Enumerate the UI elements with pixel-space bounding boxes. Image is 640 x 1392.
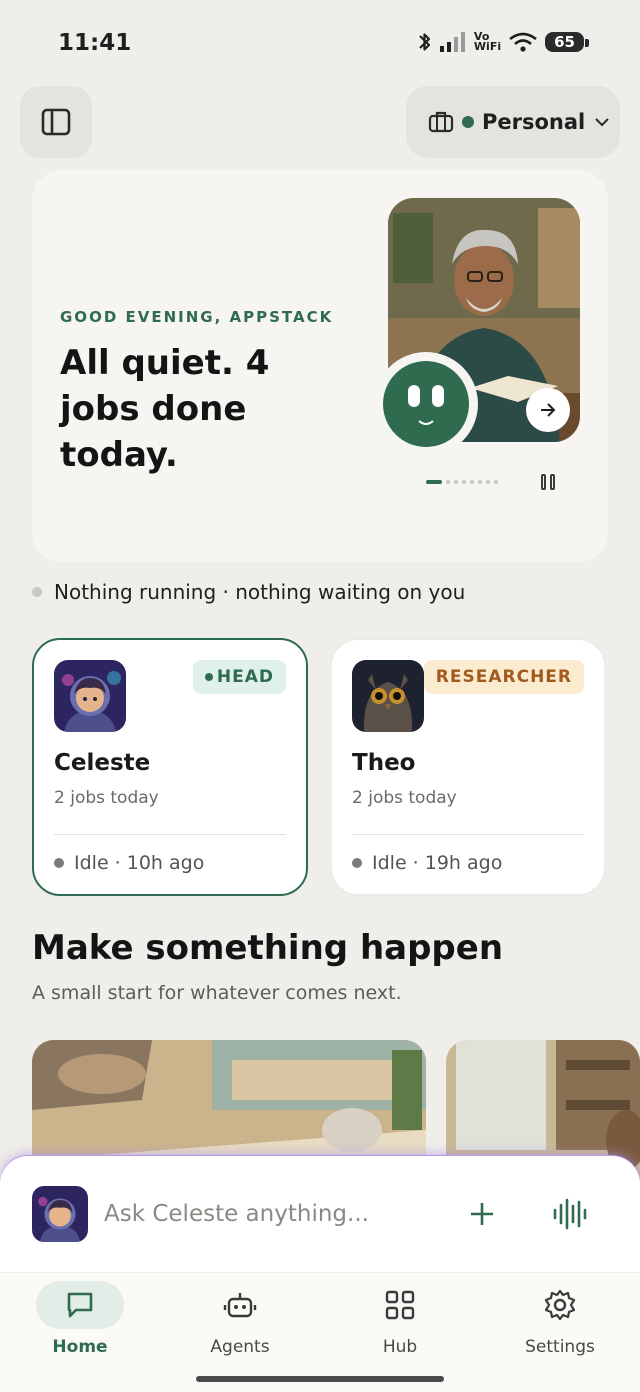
agent-status-dot [54, 858, 64, 868]
avatar[interactable] [32, 1186, 88, 1242]
nav-pill [196, 1281, 284, 1329]
chevron-down-icon [595, 118, 609, 127]
carousel-dot[interactable] [470, 480, 474, 484]
face-smile [418, 420, 434, 425]
nav-item-hub[interactable]: Hub [320, 1281, 480, 1371]
carousel-dot[interactable] [462, 480, 466, 484]
activity-summary-text: Nothing running · nothing waiting on you [54, 580, 466, 604]
robot-icon [223, 1293, 257, 1318]
nav-label: Home [52, 1337, 108, 1357]
carousel-dot[interactable] [446, 480, 450, 484]
nav-pill [36, 1281, 124, 1329]
nav-item-settings[interactable]: Settings [480, 1281, 640, 1371]
gear-icon [544, 1289, 576, 1321]
nav-item-home[interactable]: Home [0, 1281, 160, 1371]
agent-status: Idle · 10h ago [54, 852, 204, 874]
waveform-icon [553, 1198, 587, 1230]
agent-status-text: Idle · 19h ago [372, 852, 503, 874]
ask-input[interactable] [104, 1194, 424, 1234]
nav-item-agents[interactable]: Agents [160, 1281, 320, 1371]
workspace-switcher-button[interactable]: Personal [406, 86, 620, 158]
carousel-dot[interactable] [454, 480, 458, 484]
nav-pill [516, 1281, 604, 1329]
nav-pill [356, 1281, 444, 1329]
status-bar: 11:41 Vo WiFi 65 [0, 0, 640, 90]
avatar [54, 660, 126, 732]
hero-headline: All quiet. 4 jobs done today. [60, 343, 270, 475]
arrow-right-icon [541, 403, 556, 417]
agent-card-theo[interactable]: RESEARCHER Theo 2 jobs today Idle · 19h … [330, 638, 606, 896]
grid-icon [385, 1290, 415, 1320]
ask-bar [0, 1156, 640, 1278]
hero-card: GOOD EVENING, APPSTACK All quiet. 4 jobs… [32, 170, 608, 562]
pause-icon-bar [550, 474, 555, 490]
status-icons: Vo WiFi 65 [418, 30, 589, 54]
nav-label: Agents [210, 1337, 270, 1357]
sidebar-toggle-button[interactable] [20, 86, 92, 158]
agent-role-label: HEAD [216, 667, 274, 687]
plus-icon [471, 1203, 493, 1225]
wifi-icon [509, 32, 537, 52]
hero-next-button[interactable] [526, 388, 570, 432]
agent-jobs-count: 2 jobs today [54, 788, 159, 808]
signal-icon [439, 32, 465, 52]
agent-role-badge: RESEARCHER [423, 660, 584, 694]
activity-summary: Nothing running · nothing waiting on you [32, 580, 465, 604]
agent-name: Celeste [54, 750, 151, 776]
activity-status-dot [32, 587, 42, 597]
status-time: 11:41 [58, 30, 132, 56]
workspace-status-dot [462, 116, 474, 128]
vowifi-icon: Vo WiFi [473, 30, 502, 53]
avatar [352, 660, 424, 732]
voice-input-button[interactable] [550, 1196, 590, 1232]
agent-jobs-count: 2 jobs today [352, 788, 457, 808]
chat-bubble-icon [67, 1292, 93, 1318]
nav-label: Settings [525, 1337, 595, 1357]
home-indicator[interactable] [196, 1376, 444, 1382]
agent-role-label: RESEARCHER [435, 667, 572, 687]
hero-greeting: GOOD EVENING, APPSTACK [60, 308, 334, 326]
carousel-pause-button[interactable] [538, 474, 558, 492]
sidebar-panel-icon [41, 108, 71, 136]
carousel-dot[interactable] [494, 480, 498, 484]
assistant-face-avatar [374, 352, 478, 456]
briefcase-icon [428, 111, 454, 133]
carousel-dot[interactable] [478, 480, 482, 484]
carousel-dot[interactable] [486, 480, 490, 484]
agent-status-text: Idle · 10h ago [74, 852, 205, 874]
section-title: Make something happen [32, 928, 504, 968]
carousel-dot[interactable] [426, 480, 442, 484]
agent-name: Theo [352, 750, 416, 776]
bluetooth-icon [419, 33, 431, 51]
add-attachment-button[interactable] [466, 1198, 498, 1230]
workspace-label: Personal [482, 110, 586, 134]
section-subtitle: A small start for whatever comes next. [32, 982, 402, 1004]
face-eye-right [432, 385, 444, 407]
divider [54, 834, 286, 835]
nav-label: Hub [382, 1337, 418, 1357]
pause-icon-bar [541, 474, 546, 490]
face-eye-left [408, 385, 420, 407]
agent-card-celeste[interactable]: HEAD Celeste 2 jobs today Idle · 10h ago [32, 638, 308, 896]
agent-role-badge: HEAD [192, 660, 286, 694]
bottom-nav: Home Agents Hub Settings [0, 1272, 640, 1392]
agent-status-dot [352, 858, 362, 868]
agent-status: Idle · 19h ago [352, 852, 502, 874]
role-dot [204, 673, 213, 681]
divider [352, 834, 584, 835]
carousel-dots [426, 480, 498, 484]
battery-icon: 65 [545, 32, 589, 52]
